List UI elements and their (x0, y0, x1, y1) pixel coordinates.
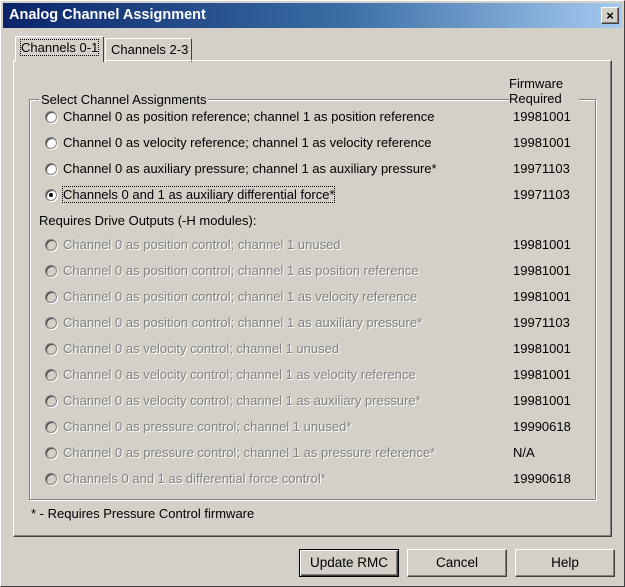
firmware-version: 19990618 (513, 419, 571, 434)
firmware-header-line-1: Firmware (509, 76, 564, 91)
radio-button-disabled (45, 291, 57, 303)
option-label: Channel 0 as pressure control; channel 1… (63, 445, 436, 460)
drive-option-row: Channel 0 as position control; channel 1… (43, 236, 583, 256)
firmware-version: 19981001 (513, 109, 571, 124)
update-rmc-button[interactable]: Update RMC (299, 549, 399, 577)
close-icon: × (606, 8, 614, 23)
radio-button[interactable] (45, 111, 57, 123)
drive-option-row: Channel 0 as position control; channel 1… (43, 262, 583, 282)
firmware-version: 19990618 (513, 471, 571, 486)
drive-option-row: Channel 0 as position control; channel 1… (43, 314, 583, 334)
option-label[interactable]: Channel 0 as velocity reference; channel… (63, 135, 432, 150)
drive-option-row: Channel 0 as velocity control; channel 1… (43, 340, 583, 360)
option-row-selected[interactable]: Channels 0 and 1 as auxiliary differenti… (43, 186, 583, 206)
firmware-version: 19981001 (513, 289, 571, 304)
firmware-version: 19981001 (513, 135, 571, 150)
radio-button-disabled (45, 447, 57, 459)
tab-label: Channels 2-3 (111, 42, 189, 57)
option-label: Channel 0 as pressure control; channel 1… (63, 419, 352, 434)
title-bar[interactable]: Analog Channel Assignment × (3, 3, 622, 28)
close-button[interactable]: × (601, 7, 619, 24)
drive-option-row: Channel 0 as velocity control; channel 1… (43, 366, 583, 386)
drive-option-row: Channels 0 and 1 as differential force c… (43, 470, 583, 490)
radio-button-disabled (45, 239, 57, 251)
radio-button-disabled (45, 369, 57, 381)
dialog-window: Analog Channel Assignment × Channels 0-1… (0, 0, 625, 587)
option-label[interactable]: Channel 0 as position reference; channel… (63, 109, 434, 124)
option-label: Channel 0 as position control; channel 1… (63, 315, 423, 330)
firmware-version: 19981001 (513, 237, 571, 252)
radio-button[interactable] (45, 163, 57, 175)
option-label: Channel 0 as velocity control; channel 1… (63, 393, 421, 408)
footnote: * - Requires Pressure Control firmware (31, 506, 255, 521)
option-label[interactable]: Channels 0 and 1 as auxiliary differenti… (61, 186, 336, 203)
radio-button-disabled (45, 473, 57, 485)
firmware-header-line-2: Required (509, 91, 562, 106)
drive-outputs-label: Requires Drive Outputs (-H modules): (39, 213, 257, 228)
firmware-version: 19981001 (513, 263, 571, 278)
tab-channels-2-3[interactable]: Channels 2-3 (105, 38, 192, 62)
drive-option-row: Channel 0 as position control; channel 1… (43, 288, 583, 308)
firmware-required-header: Firmware Required (509, 76, 579, 106)
cancel-button[interactable]: Cancel (407, 549, 507, 577)
firmware-version: 19971103 (513, 315, 570, 330)
firmware-version: 19971103 (513, 187, 570, 202)
drive-option-row: Channel 0 as velocity control; channel 1… (43, 392, 583, 412)
radio-button-disabled (45, 343, 57, 355)
option-row[interactable]: Channel 0 as auxiliary pressure; channel… (43, 160, 583, 180)
firmware-version: 19981001 (513, 393, 571, 408)
option-row[interactable]: Channel 0 as velocity reference; channel… (43, 134, 583, 154)
tab-label: Channels 0-1 (19, 39, 100, 56)
help-button[interactable]: Help (515, 549, 615, 577)
option-label[interactable]: Channel 0 as auxiliary pressure; channel… (63, 161, 437, 176)
option-label: Channel 0 as velocity control; channel 1… (63, 367, 416, 382)
radio-button-checked[interactable] (45, 189, 57, 201)
radio-button-disabled (45, 265, 57, 277)
firmware-version: 19981001 (513, 367, 571, 382)
firmware-version: 19971103 (513, 161, 570, 176)
radio-button-disabled (45, 421, 57, 433)
radio-button-disabled (45, 395, 57, 407)
window-title: Analog Channel Assignment (9, 7, 206, 23)
firmware-version: 19981001 (513, 341, 571, 356)
option-label: Channel 0 as position control; channel 1… (63, 263, 419, 278)
radio-button-disabled (45, 317, 57, 329)
tab-channels-0-1[interactable]: Channels 0-1 (15, 36, 104, 62)
option-label: Channel 0 as position control; channel 1… (63, 289, 418, 304)
group-label: Select Channel Assignments (39, 92, 209, 107)
firmware-version: N/A (513, 445, 535, 460)
drive-option-row: Channel 0 as pressure control; channel 1… (43, 444, 583, 464)
drive-option-row: Channel 0 as pressure control; channel 1… (43, 418, 583, 438)
option-label: Channel 0 as position control; channel 1… (63, 237, 341, 252)
option-label: Channel 0 as velocity control; channel 1… (63, 341, 340, 356)
option-row[interactable]: Channel 0 as position reference; channel… (43, 108, 583, 128)
radio-button[interactable] (45, 137, 57, 149)
option-label: Channels 0 and 1 as differential force c… (63, 471, 326, 486)
